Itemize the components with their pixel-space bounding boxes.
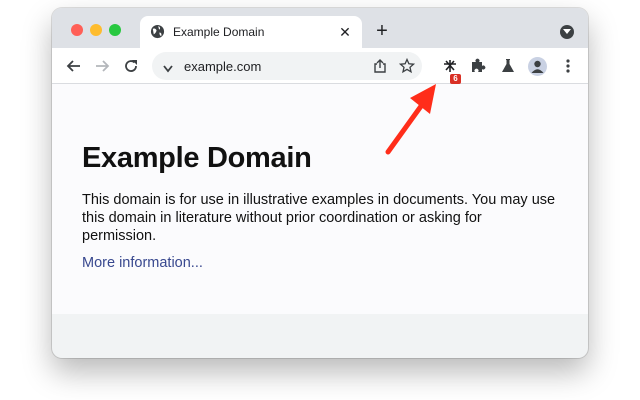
extension-icon[interactable]: [440, 56, 460, 76]
forward-icon[interactable]: [92, 56, 112, 76]
star-icon[interactable]: [398, 57, 416, 79]
chevron-down-icon[interactable]: [162, 61, 174, 79]
browser-toolbar: example.com 6: [52, 48, 588, 84]
page-title: Example Domain: [82, 142, 312, 174]
kebab-menu-icon[interactable]: [558, 56, 578, 76]
tab-title: Example Domain: [173, 25, 265, 39]
url-text[interactable]: example.com: [184, 59, 261, 74]
new-tab-button[interactable]: +: [372, 21, 392, 41]
browser-window: Example Domain ✕ + example.com 6 Example…: [52, 8, 588, 358]
address-bar[interactable]: example.com: [152, 52, 422, 80]
puzzle-icon[interactable]: [468, 56, 488, 76]
maximize-window-button[interactable]: [109, 24, 121, 36]
minimize-window-button[interactable]: [90, 24, 102, 36]
close-window-button[interactable]: [71, 24, 83, 36]
tab-example-domain[interactable]: Example Domain ✕: [140, 16, 362, 48]
page-content: Example Domain This domain is for use in…: [52, 84, 588, 314]
avatar-icon[interactable]: [528, 57, 547, 76]
annotation-arrow: [385, 84, 436, 155]
more-information-link[interactable]: More information...: [82, 255, 203, 271]
page-paragraph: This domain is for use in illustrative e…: [82, 192, 556, 244]
share-icon[interactable]: [372, 58, 388, 79]
globe-icon: [150, 24, 165, 39]
tab-strip: Example Domain ✕ +: [52, 8, 588, 48]
tab-search-icon[interactable]: [560, 25, 574, 39]
reload-icon[interactable]: [121, 56, 141, 76]
tab-close-icon[interactable]: ✕: [336, 23, 354, 41]
flask-icon[interactable]: [498, 56, 518, 76]
extension-badge-count: 6: [450, 74, 461, 84]
back-icon[interactable]: [64, 56, 84, 76]
